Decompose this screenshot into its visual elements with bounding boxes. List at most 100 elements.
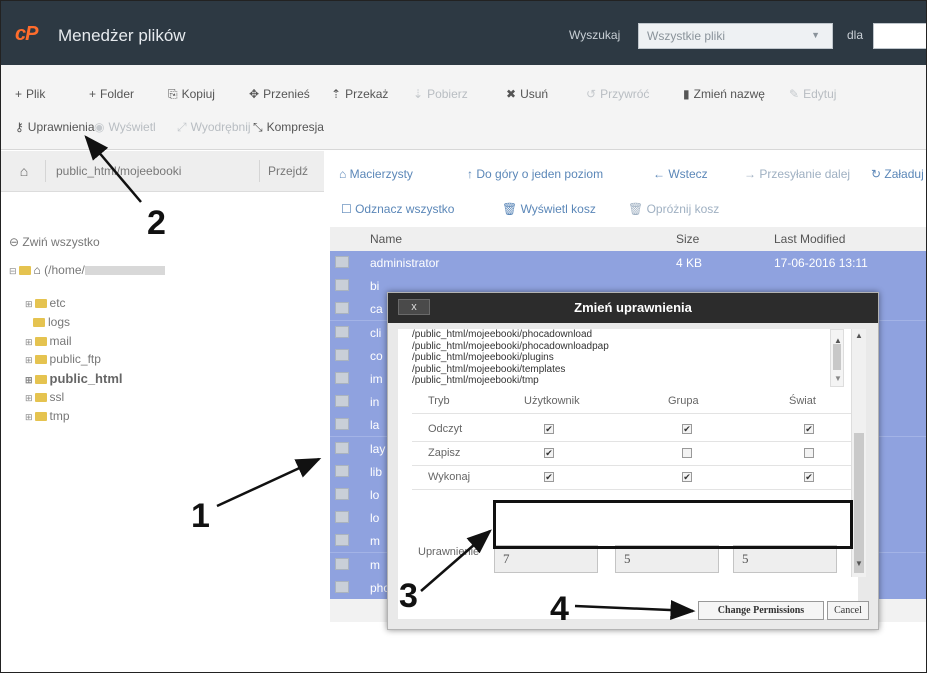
file-name: bi	[370, 279, 380, 294]
zmien-nazwe-button[interactable]: ▮ Zmień nazwę	[683, 87, 765, 101]
selected-file-path: /public_html/mojeebooki/phocadownload	[412, 329, 593, 340]
button-label: Przenieś	[263, 87, 310, 101]
perm-row-wykonaj: Wykonaj	[428, 471, 471, 483]
world-wykonaj-checkbox[interactable]: ✔	[804, 472, 814, 482]
search-scope-select[interactable]: Wszystkie pliki ▼	[638, 23, 833, 49]
scroll-down-icon[interactable]: ▼	[834, 374, 842, 383]
group-zapisz-checkbox[interactable]	[682, 448, 692, 458]
perm-world-input[interactable]: 5	[733, 545, 837, 573]
scroll-thumb[interactable]	[854, 433, 864, 573]
world-zapisz-checkbox[interactable]	[804, 448, 814, 458]
folder-icon	[335, 256, 349, 268]
close-icon[interactable]: x	[398, 299, 430, 315]
button-label: Kopiuj	[181, 87, 215, 101]
przenies-button[interactable]: ✥ Przenieś	[249, 87, 310, 101]
tree-item-label: tmp	[49, 409, 70, 423]
expand-icon[interactable]: ⊞	[25, 355, 33, 365]
view-trash-link[interactable]: 🗑 Wyświetl kosz	[502, 202, 596, 216]
empty-trash-link[interactable]: 🗑 Opróżnij kosz	[628, 202, 719, 216]
tree-item-tmp[interactable]: ⊞ tmp	[25, 409, 70, 423]
back-link[interactable]: ← Wstecz	[653, 167, 708, 181]
file-name: ca	[370, 302, 383, 317]
tree-item-public-ftp[interactable]: ⊞ public_ftp	[25, 352, 101, 366]
file-name: administrator	[370, 256, 440, 270]
uprawnienia-button[interactable]: ⚷ Uprawnienia	[15, 120, 95, 134]
go-button[interactable]: Przejdź	[259, 160, 316, 182]
wyodrebnij-button[interactable]: ⤢ Wyodrębnij	[177, 120, 251, 135]
expand-icon[interactable]: ⊞	[25, 299, 33, 309]
file-name: lay	[370, 441, 386, 456]
collapse-all-link[interactable]: ⊖ Zwiń wszystko	[9, 235, 100, 249]
search-label: Wyszukaj	[569, 28, 621, 42]
annotation-1: 1	[191, 497, 210, 535]
file-row[interactable]: administrator 4 KB 17-06-2016 13:11	[330, 251, 926, 275]
kopiuj-button[interactable]: ⎘ Kopiuj	[168, 87, 215, 102]
przekaz-button[interactable]: ⇡ Przekaż	[331, 87, 388, 101]
up-one-level-link[interactable]: ↑ Do góry o jeden poziom	[467, 167, 603, 181]
column-name[interactable]: Name	[370, 232, 402, 246]
folder-icon	[34, 393, 47, 402]
expand-icon[interactable]: ⊞	[25, 393, 33, 403]
tree-item-etc[interactable]: ⊞ etc	[25, 296, 66, 310]
dialog-scrollbar[interactable]: ▲ ▼	[851, 329, 866, 577]
annotation-2: 2	[147, 204, 166, 242]
folder-icon	[335, 534, 349, 547]
file-list-scrollbar[interactable]: ▲ ▼	[830, 329, 844, 387]
cpanel-logo[interactable]: cP	[15, 23, 38, 46]
usun-button[interactable]: ✖ Usuń	[506, 87, 548, 101]
pobierz-button[interactable]: ⇣ Pobierz	[413, 87, 468, 101]
folder-icon	[34, 337, 47, 346]
tree-item-ssl[interactable]: ⊞ ssl	[25, 390, 64, 404]
button-label: Przywróć	[600, 87, 650, 101]
column-last-modified[interactable]: Last Modified	[774, 232, 845, 246]
user-zapisz-checkbox[interactable]: ✔	[544, 448, 554, 458]
path-input[interactable]: public_html/mojeebooki	[45, 160, 249, 182]
tree-item-public-html[interactable]: ⊞ public_html	[25, 371, 123, 386]
przywroc-button[interactable]: ↺ Przywróć	[586, 87, 649, 101]
folder-button[interactable]: + Folder	[89, 87, 134, 101]
forward-link[interactable]: → Przesyłanie dalej	[744, 167, 850, 181]
folder-icon	[335, 580, 349, 593]
button-label: Edytuj	[803, 87, 837, 101]
scroll-up-icon[interactable]: ▲	[855, 331, 863, 340]
group-wykonaj-checkbox[interactable]: ✔	[682, 472, 692, 482]
app-title: Menedżer plików	[58, 26, 186, 45]
group-odczyt-checkbox[interactable]: ✔	[682, 424, 692, 434]
reload-link[interactable]: ↻ Załaduj	[871, 167, 924, 181]
folder-icon	[18, 266, 31, 275]
expand-icon[interactable]: ⊞	[25, 337, 33, 347]
folder-icon	[335, 488, 349, 500]
column-size[interactable]: Size	[676, 232, 699, 246]
search-input[interactable]	[873, 23, 926, 49]
world-odczyt-checkbox[interactable]: ✔	[804, 424, 814, 434]
file-name: lo	[370, 511, 380, 526]
edytuj-button[interactable]: ✎ Edytuj	[789, 87, 836, 101]
home-directory-link[interactable]: ⌂ Macierzysty	[339, 167, 413, 181]
expand-icon[interactable]: ⊞	[25, 412, 33, 422]
change-permissions-button[interactable]: Change Permissions	[698, 601, 824, 620]
user-wykonaj-checkbox[interactable]: ✔	[544, 472, 554, 482]
perm-user-input[interactable]: 7	[494, 545, 598, 573]
scroll-thumb[interactable]	[833, 344, 841, 370]
home-icon[interactable]: ⌂	[9, 160, 39, 182]
tree-item-mail[interactable]: ⊞ mail	[25, 334, 72, 348]
tree-item-logs[interactable]: logs	[33, 315, 70, 329]
plik-button[interactable]: + Plik	[15, 87, 45, 101]
cancel-button[interactable]: Cancel	[827, 601, 869, 620]
deselect-all-link[interactable]: ☐ Odznacz wszystko	[341, 202, 454, 216]
path-bar: ⌂ public_html/mojeebooki Przejdź	[1, 151, 324, 192]
tree-root[interactable]: ⊟ ⌂ (/home/	[9, 263, 165, 277]
folder-icon	[335, 279, 349, 292]
user-odczyt-checkbox[interactable]: ✔	[544, 424, 554, 434]
search-scope-value: Wszystkie pliki	[647, 29, 726, 43]
expand-icon[interactable]: ⊞	[25, 375, 33, 385]
reload-icon: ↻	[871, 167, 885, 181]
scroll-down-icon[interactable]: ▼	[855, 559, 863, 568]
button-label: Kompresja	[266, 120, 324, 134]
wyswietl-button[interactable]: ◉ Wyświetl	[94, 120, 156, 134]
perm-group-input[interactable]: 5	[615, 545, 719, 573]
button-label: Wyodrębnij	[190, 120, 251, 134]
extract-icon: ⤢	[177, 120, 187, 134]
kompresja-button[interactable]: ⤡ Kompresja	[253, 120, 324, 135]
selected-file-path: /public_html/mojeebooki/plugins	[412, 352, 554, 363]
